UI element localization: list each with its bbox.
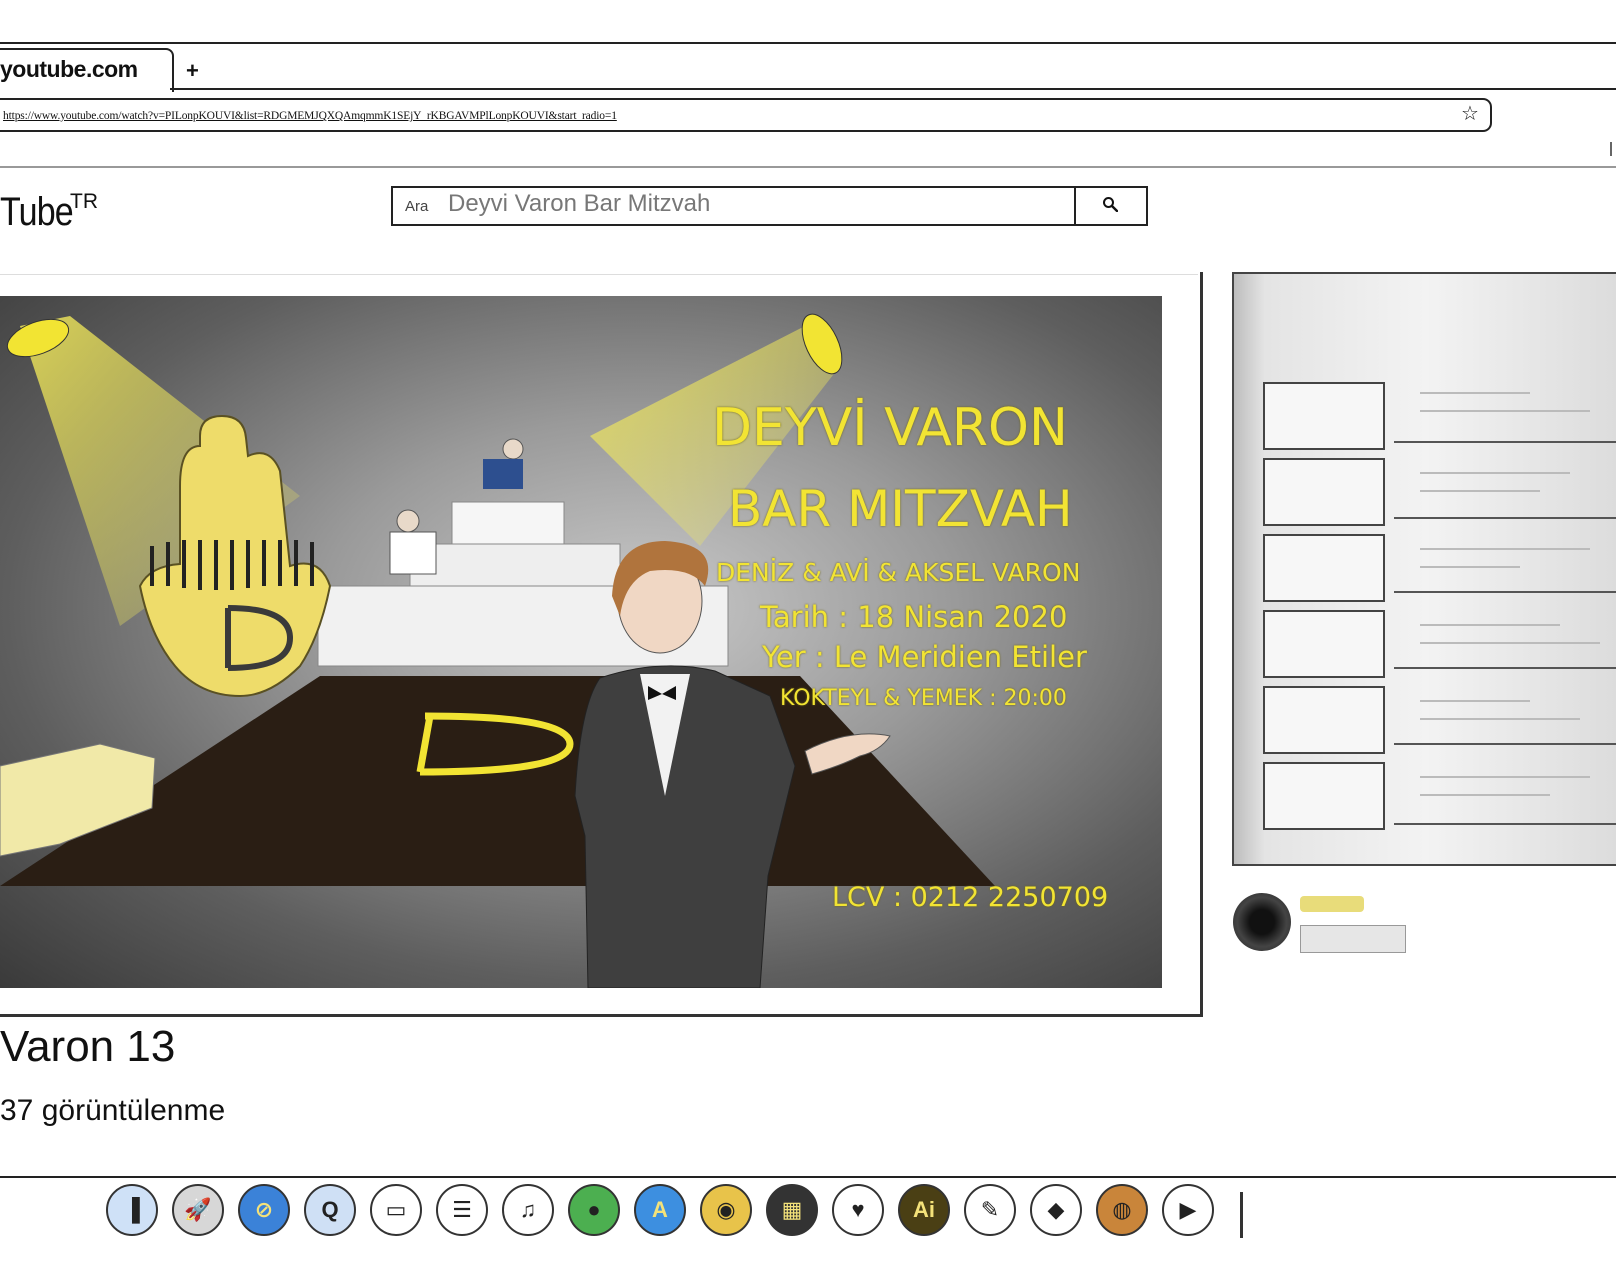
finder-icon[interactable]: ▐ [106,1184,158,1236]
inkscape-icon[interactable]: ◆ [1030,1184,1082,1236]
tab-title[interactable]: youtube.com [0,56,138,83]
quicktime-icon[interactable]: Q [304,1184,356,1236]
recommendation-thumbnail[interactable] [1263,686,1385,754]
bartender-figure [389,531,437,575]
recommendation-meta [1420,392,1530,394]
stage-step [409,543,621,587]
recommendation-meta [1420,548,1590,550]
dock-divider [0,1176,1616,1178]
youtube-region: TR [70,190,98,213]
pocket-icon[interactable]: ♥ [832,1184,884,1236]
calendar-icon[interactable]: ▭ [370,1184,422,1236]
recommendation-divider [1394,441,1616,443]
dj-figure [483,459,523,489]
recommendation-meta [1420,718,1580,720]
recommendation-meta [1420,700,1530,702]
invite-time: KOKTEYL & YEMEK : 20:00 [780,686,1067,711]
youtube-logo[interactable]: Tube [0,190,74,235]
chrome-icon[interactable]: ◉ [700,1184,752,1236]
recommendation-thumbnail[interactable] [1263,534,1385,602]
url-text[interactable]: https://www.youtube.com/watch?v=PILonpKO… [3,110,617,122]
recommendation-meta [1420,566,1520,568]
dock-separator [1240,1192,1243,1238]
recommendation-divider [1394,517,1616,519]
search-icon[interactable] [1102,196,1118,212]
recommendation-thumbnail[interactable] [1263,382,1385,450]
new-tab-button[interactable]: + [186,58,199,84]
stage-top [451,501,565,545]
pencil-app-icon[interactable]: ✎ [964,1184,1016,1236]
view-count: 37 görüntülenme [0,1094,226,1127]
app-store-icon[interactable]: A [634,1184,686,1236]
invite-name: DEYVİ VARON [712,398,1068,458]
recommendation-thumbnail[interactable] [1263,458,1385,526]
recommendation-meta [1420,490,1540,492]
recommendation-meta [1420,624,1560,626]
toolbar-divider [0,166,1616,168]
recommendation-divider [1394,667,1616,669]
recommendation-meta [1420,472,1570,474]
scrollbar[interactable] [1610,142,1612,156]
invite-hosts: DENİZ & AVİ & AKSEL VARON [716,558,1081,587]
recommendation-thumbnail[interactable] [1263,610,1385,678]
safari-icon[interactable]: ⊘ [238,1184,290,1236]
search-input[interactable] [448,189,1058,219]
world-app-icon[interactable]: ◍ [1096,1184,1148,1236]
search-prefix-label: Ara [405,198,429,215]
itunes-icon[interactable]: ♫ [502,1184,554,1236]
video-title[interactable]: Varon 13 [0,1022,175,1072]
recommendation-divider [1394,823,1616,825]
photo-booth-icon[interactable]: ▦ [766,1184,818,1236]
facetime-icon[interactable]: ● [568,1184,620,1236]
notes-icon[interactable]: ☰ [436,1184,488,1236]
invite-rsvp: LCV : 0212 2250709 [832,882,1109,913]
recommendation-meta [1420,410,1590,412]
invite-date: Tarih : 18 Nisan 2020 [760,600,1068,634]
recommendation-divider [1394,591,1616,593]
invite-event: BAR MITZVAH [728,480,1073,538]
channel-name-placeholder [1300,896,1364,912]
video-frame[interactable]: DEYVİ VARON BAR MITZVAH DENİZ & AVİ & AK… [0,296,1162,988]
recommendation-meta [1420,776,1590,778]
boy-tuxedo [574,665,796,988]
launchpad-icon[interactable]: 🚀 [172,1184,224,1236]
subscribe-button[interactable] [1300,925,1406,953]
recommendation-divider [1394,743,1616,745]
recommendation-meta [1420,794,1550,796]
invite-place: Yer : Le Meridien Etiler [762,640,1087,674]
illustrator-icon[interactable]: Ai [898,1184,950,1236]
tabbar-divider [170,88,1616,90]
recommendation-thumbnail[interactable] [1263,762,1385,830]
recommendation-meta [1420,642,1600,644]
media-player-icon[interactable]: ▶ [1162,1184,1214,1236]
bookmark-star-icon[interactable]: ☆ [1461,101,1479,126]
channel-avatar[interactable] [1233,893,1291,951]
